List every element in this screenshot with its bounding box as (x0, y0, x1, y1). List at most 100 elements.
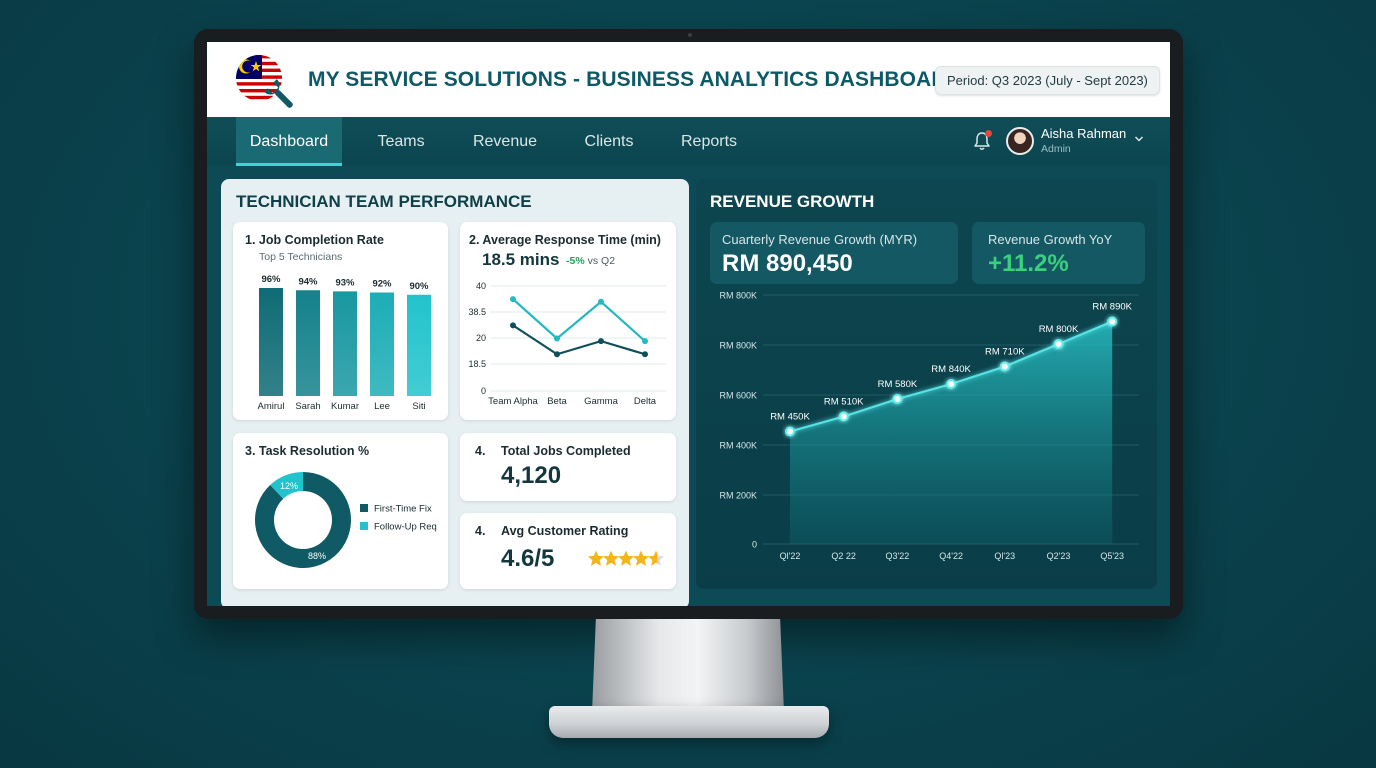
legend-swatch (360, 504, 368, 512)
y-tick-label: 38.5 (468, 307, 486, 317)
revenue-point (946, 379, 957, 389)
x-tick-label: Q4'22 (939, 551, 963, 561)
y-tick-label: RM 600K (719, 391, 757, 401)
y-tick-label: 0 (752, 540, 757, 550)
revenue-point (785, 426, 795, 437)
x-tick-label: Delta (634, 396, 657, 407)
x-tick-label: Q5'23 (1100, 551, 1124, 561)
bar-value-label: 93% (335, 277, 355, 288)
bar (407, 294, 431, 396)
x-tick-label: Q2 22 (831, 551, 856, 561)
app-title: MY SERVICE SOLUTIONS - BUSINESS ANALYTIC… (308, 68, 962, 91)
bar (296, 290, 320, 396)
y-tick-label: 40 (476, 281, 486, 291)
job-completion-bar-chart: 96% Amirul 94% Sarah 93% Kumar 92% Lee 90% Siti (258, 274, 431, 412)
tab-revenue[interactable]: Revenue (463, 117, 547, 166)
bar-value-label: 90% (409, 281, 429, 292)
tab-reports[interactable]: Reports (672, 117, 746, 166)
monitor-stand-base (549, 706, 829, 738)
revenue-value-label: RM 890K (1092, 302, 1132, 313)
panel-title: TECHNICIAN TEAM PERFORMANCE (236, 192, 532, 211)
series-point (510, 296, 516, 303)
app-header: MY SERVICE SOLUTIONS - BUSINESS ANALYTIC… (207, 42, 1170, 117)
revenue-area (790, 321, 1113, 544)
bar-category-label: Amirul (258, 401, 285, 412)
y-tick-label: RM 800K (719, 341, 757, 351)
revenue-growth-area-chart: RM 800K RM 800K RM 600K RM 400K RM 200K 0 RM 4… (719, 291, 1139, 561)
bar (259, 288, 283, 396)
revenue-value-label: RM 450K (770, 412, 810, 423)
kpi-label: Cuarterly Revenue Growth (MYR) (722, 232, 918, 247)
y-tick-label: 0 (481, 386, 486, 396)
notification-badge (985, 130, 992, 137)
x-tick-label: Ql'23 (994, 551, 1015, 561)
series-line (512, 324, 646, 356)
card-title: Total Jobs Completed (501, 444, 631, 458)
y-tick-label: 20 (476, 333, 486, 343)
tab-dashboard[interactable]: Dashboard (236, 117, 342, 166)
x-tick-label: Gamma (584, 396, 619, 407)
revenue-point (1107, 316, 1118, 327)
revenue-yoy-card: Revenue Growth YoY +11.2% (972, 222, 1145, 284)
kpi-value: RM 890,450 (722, 250, 853, 277)
x-tick-label: Team Alpha (488, 396, 538, 407)
x-tick-label: Q3'22 (886, 551, 910, 561)
series-point (642, 338, 648, 345)
user-avatar[interactable] (1006, 127, 1034, 155)
bar-value-label: 94% (298, 276, 318, 287)
bar-category-label: Lee (374, 401, 390, 412)
y-tick-label: RM 200K (719, 491, 757, 501)
user-role: Admin (1041, 143, 1071, 155)
series-point (554, 351, 560, 358)
dashboard-screen: MY SERVICE SOLUTIONS - BUSINESS ANALYTIC… (207, 42, 1170, 606)
quarterly-revenue-card: Cuarterly Revenue Growth (MYR) RM 890,45… (710, 222, 958, 284)
revenue-value-label: RM 800K (1039, 324, 1079, 335)
bar-category-label: Siti (412, 401, 425, 412)
total-jobs-value: 4,120 (501, 462, 562, 489)
task-resolution-card: 3. Task Resolution % 12% 88% First-Time Fi… (233, 433, 448, 589)
bar-value-label: 92% (372, 279, 392, 290)
y-tick-label: RM 800K (719, 291, 757, 301)
kpi-label: Revenue Growth YoY (988, 232, 1113, 247)
tab-teams[interactable]: Teams (365, 117, 437, 166)
panel-title: REVENUE GROWTH (710, 192, 875, 211)
legend-label: Follow-Up Req (374, 522, 437, 533)
y-tick-label: RM 400K (719, 441, 757, 451)
x-tick-label: Ql'22 (780, 551, 801, 561)
revenue-value-label: RM 580K (878, 379, 918, 390)
series-line (512, 298, 646, 342)
response-time-line-chart: 40 38.5 20 18.5 0Team Alpha Beta Gamma Delta (468, 281, 666, 407)
bar-category-label: Sarah (295, 401, 320, 412)
star-icon (602, 550, 620, 566)
star-icon (647, 550, 665, 566)
job-completion-card: 1. Job Completion Rate Top 5 Technicians… (233, 222, 448, 420)
x-tick-label: Q2'23 (1047, 551, 1071, 561)
revenue-value-label: RM 840K (931, 364, 971, 375)
revenue-point (1053, 339, 1064, 349)
response-time-card: 2. Average Response Time (min) 18.5 mins… (460, 222, 676, 420)
star-icon (617, 550, 635, 566)
monitor-stand-neck (592, 619, 784, 713)
tab-clients[interactable]: Clients (575, 117, 643, 166)
legend-swatch (360, 522, 368, 530)
donut-slice (255, 472, 351, 568)
series-point (510, 322, 516, 329)
kpi-value: +11.2% (988, 250, 1069, 277)
total-jobs-card: 4. Total Jobs Completed 4,120 (460, 433, 676, 501)
malaysia-flag-wrench-icon (236, 55, 293, 108)
chevron-down-icon[interactable] (1134, 134, 1144, 144)
revenue-value-label: RM 710K (985, 347, 1025, 358)
revenue-point (838, 411, 849, 422)
series-point (598, 338, 604, 345)
legend-label: First-Time Fix (374, 504, 432, 515)
series-point (598, 298, 604, 305)
bar-value-label: 96% (261, 274, 281, 285)
user-name: Aisha Rahman (1041, 126, 1127, 141)
period-selector[interactable]: Period: Q3 2023 (July - Sept 2023) (935, 66, 1160, 95)
slice-label: 88% (308, 551, 326, 561)
main-nav: Dashboard Teams Revenue Clients Reports … (207, 117, 1170, 166)
technician-performance-panel: TECHNICIAN TEAM PERFORMANCE 1. Job Compl… (221, 179, 689, 606)
revenue-point (892, 394, 903, 404)
revenue-growth-panel: REVENUE GROWTH Cuarterly Revenue Growth … (696, 179, 1157, 589)
series-point (554, 335, 560, 342)
